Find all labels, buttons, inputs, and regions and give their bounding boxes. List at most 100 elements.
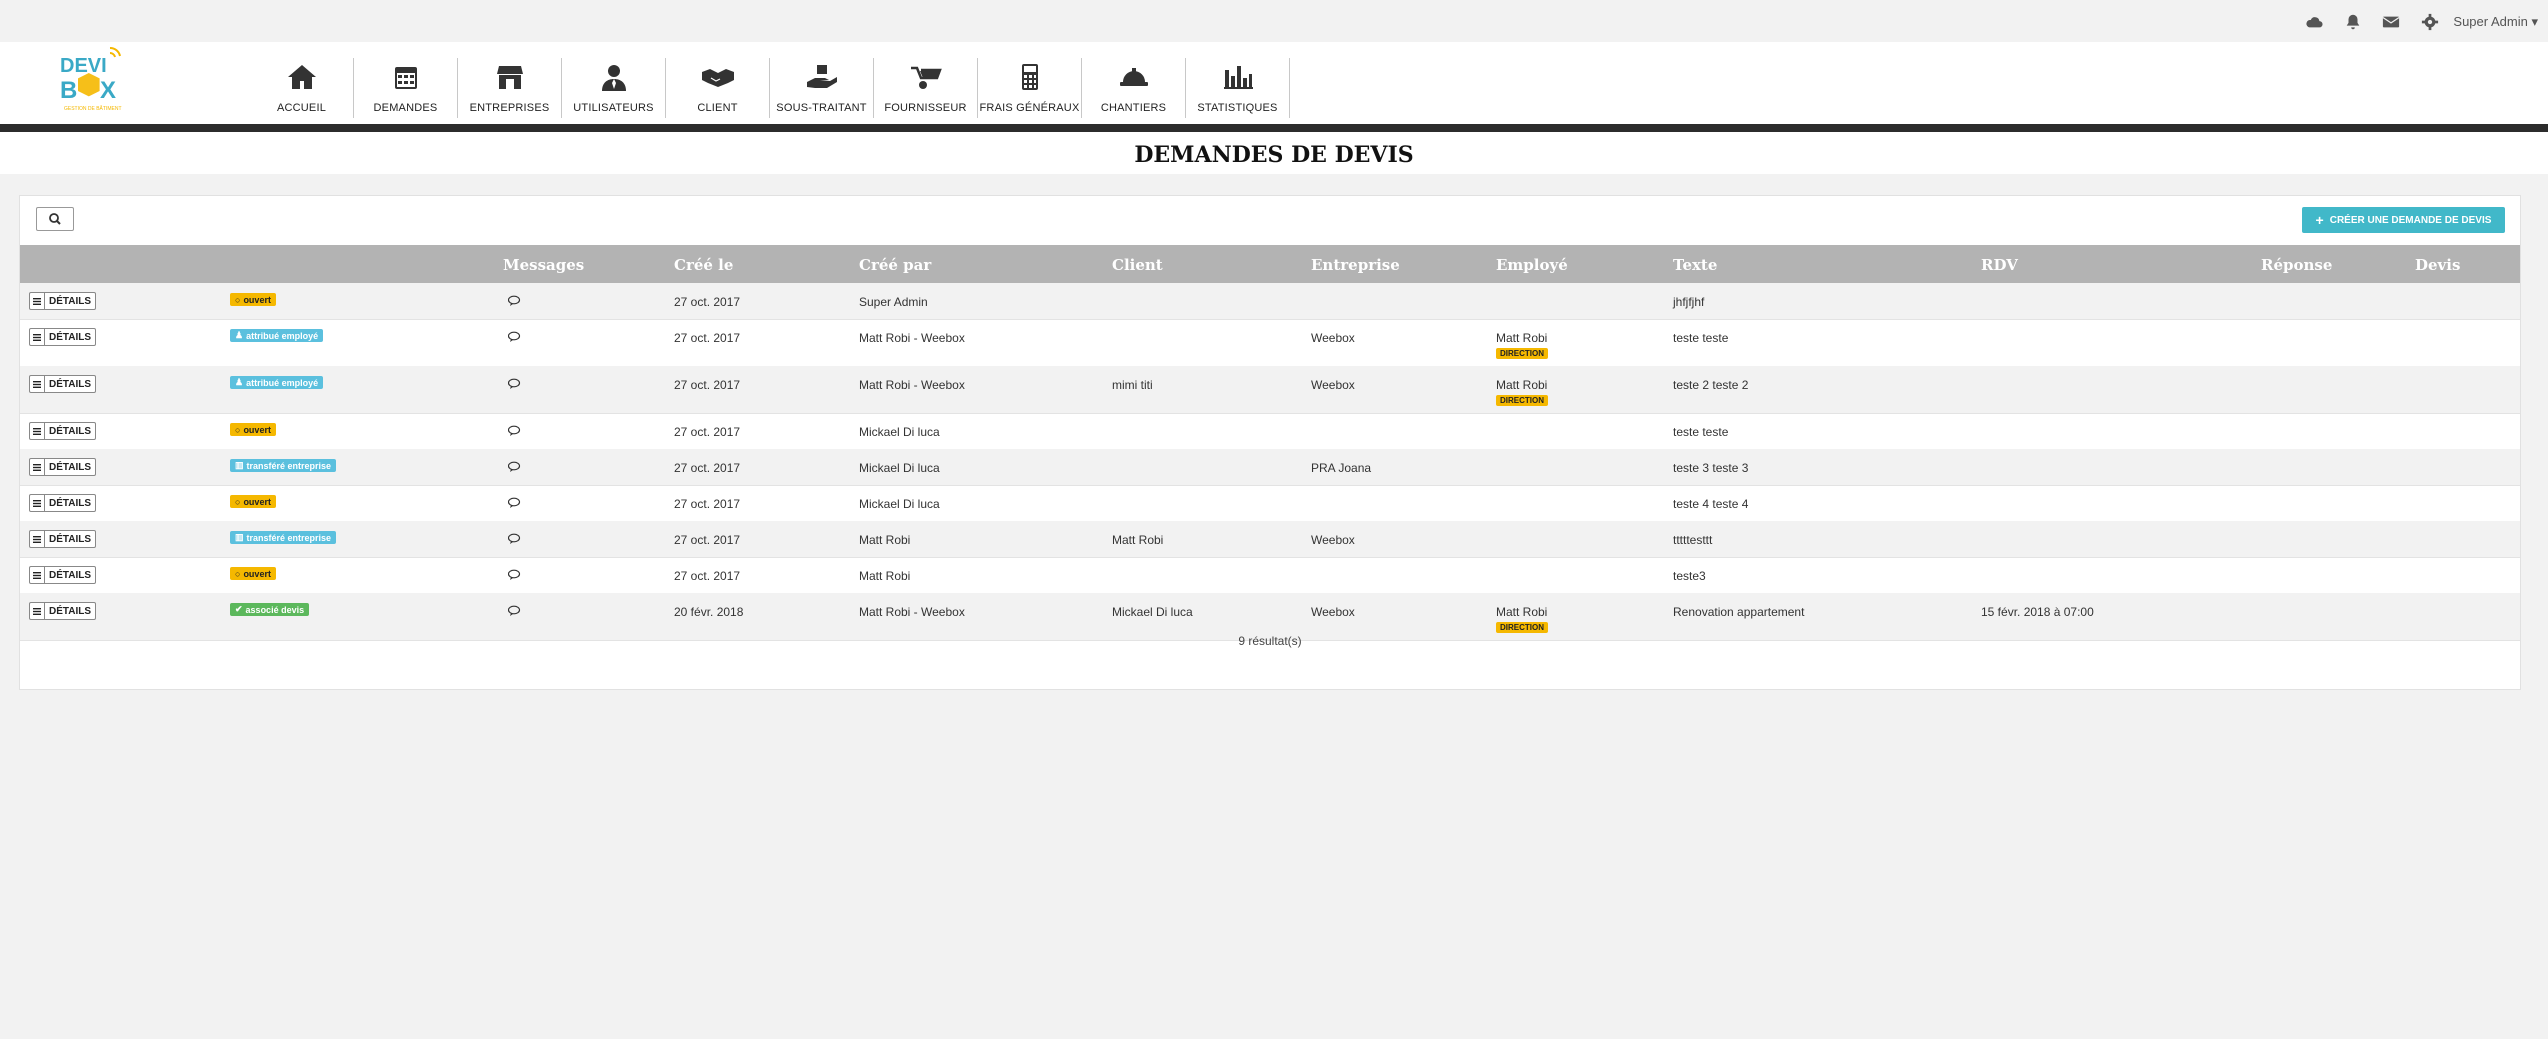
cell-entreprise: Weebox	[1311, 533, 1355, 547]
cell-created-by: Super Admin	[859, 295, 928, 309]
nav-demandes[interactable]: DEMANDES	[354, 58, 458, 118]
user-menu[interactable]: Super Admin ▾	[2453, 14, 2538, 30]
cell-employe: Matt Robi DIRECTION	[1496, 378, 1548, 406]
menu-icon	[30, 531, 45, 547]
cloud-icon[interactable]	[2305, 13, 2323, 31]
nav-chantiers[interactable]: CHANTIERS	[1082, 58, 1186, 118]
col-rdv[interactable]: RDV	[1981, 256, 2018, 274]
bar-chart-icon	[1223, 66, 1253, 89]
cell-entreprise: Weebox	[1311, 331, 1355, 345]
cell-texte: teste 3 teste 3	[1673, 461, 1749, 475]
hand-holding-icon	[806, 65, 837, 88]
bell-icon[interactable]	[2344, 13, 2362, 31]
status-badge: ○ ouvert	[230, 495, 276, 508]
details-button[interactable]: DÉTAILS	[29, 494, 97, 512]
search-button[interactable]	[36, 207, 74, 231]
status-badge: ✔ associé devis	[230, 603, 310, 616]
details-label: DÉTAILS	[49, 569, 92, 581]
cell-created-by: Matt Robi	[859, 533, 911, 547]
status-icon: ○	[235, 568, 241, 579]
col-reponse[interactable]: Réponse	[2261, 256, 2332, 274]
status-icon: ○	[235, 424, 241, 435]
status-label: ouvert	[243, 424, 271, 435]
details-button[interactable]: DÉTAILS	[29, 328, 97, 346]
cell-texte: Renovation appartement	[1673, 605, 1805, 619]
cell-created-date: 27 oct. 2017	[674, 461, 741, 475]
logo-tagline: GESTION DE BÂTIMENT	[64, 105, 122, 112]
details-button[interactable]: DÉTAILS	[29, 458, 97, 476]
cell-texte: teste 4 teste 4	[1673, 497, 1749, 511]
col-client[interactable]: Client	[1112, 256, 1163, 274]
status-icon: ▥	[235, 532, 244, 542]
messages-icon[interactable]	[508, 295, 522, 307]
calculator-icon	[1021, 64, 1038, 90]
nav-frais-generaux[interactable]: FRAIS GÉNÉRAUX	[978, 58, 1082, 118]
status-label: transféré entreprise	[246, 460, 332, 471]
details-button[interactable]: DÉTAILS	[29, 422, 97, 440]
nav-divider	[0, 124, 2548, 132]
menu-icon	[30, 293, 45, 309]
cell-created-by: Mickael Di luca	[859, 425, 940, 439]
home-icon	[287, 65, 316, 89]
devibox-logo[interactable]: DEVI B X GESTION DE BÂTIMENT	[58, 46, 130, 118]
col-texte[interactable]: Texte	[1673, 256, 1717, 274]
nav-fournisseur[interactable]: FOURNISSEUR	[874, 58, 978, 118]
col-cree-par[interactable]: Créé par	[859, 256, 931, 274]
menu-icon	[30, 495, 45, 511]
messages-icon[interactable]	[508, 533, 522, 545]
details-button[interactable]: DÉTAILS	[29, 292, 97, 310]
messages-icon[interactable]	[508, 497, 522, 509]
nav-entreprises[interactable]: ENTREPRISES	[458, 58, 562, 118]
nav-statistiques[interactable]: STATISTIQUES	[1186, 58, 1290, 118]
cell-created-by: Mickael Di luca	[859, 497, 940, 511]
status-icon: ♟	[235, 377, 244, 387]
cell-created-by: Mickael Di luca	[859, 461, 940, 475]
col-devis[interactable]: Devis	[2415, 256, 2460, 274]
table-row: DÉTAILS ○ ouvert 27 oct. 2017 Mickael Di luc…	[20, 413, 2520, 450]
messages-icon[interactable]	[508, 461, 522, 473]
nav-label: UTILISATEURS	[573, 102, 654, 114]
details-button[interactable]: DÉTAILS	[29, 566, 97, 584]
messages-icon[interactable]	[508, 378, 522, 390]
status-badge: ○ ouvert	[230, 423, 276, 436]
col-cree-le[interactable]: Créé le	[674, 256, 733, 274]
col-messages[interactable]: Messages	[503, 256, 584, 274]
cell-created-date: 27 oct. 2017	[674, 533, 741, 547]
table-row: DÉTAILS ▥ transféré entreprise 27 oct. 2017…	[20, 521, 2520, 558]
cell-created-date: 27 oct. 2017	[674, 425, 741, 439]
cell-rdv: 15 févr. 2018 à 07:00	[1981, 605, 2094, 619]
envelope-icon[interactable]	[2382, 13, 2400, 31]
nav-client[interactable]: CLIENT	[666, 58, 770, 118]
col-employe[interactable]: Employé	[1496, 256, 1568, 274]
table-row: DÉTAILS ▥ transféré entreprise 27 oct. 2017…	[20, 449, 2520, 486]
messages-icon[interactable]	[508, 425, 522, 437]
nav-accueil[interactable]: ACCUEIL	[250, 58, 354, 118]
cell-texte: jhfjfjhf	[1673, 295, 1705, 309]
status-badge: ▥ transféré entreprise	[230, 531, 337, 544]
messages-icon[interactable]	[508, 605, 522, 617]
table-row: DÉTAILS ♟ attribué employé 27 oct. 2017 Matt…	[20, 319, 2520, 367]
messages-icon[interactable]	[508, 331, 522, 343]
create-request-button[interactable]: + CRÉER UNE DEMANDE DE DEVIS	[2302, 207, 2505, 233]
nav-sous-traitant[interactable]: SOUS-TRAITANT	[770, 58, 874, 118]
status-badge: ○ ouvert	[230, 293, 276, 306]
cell-created-by: Matt Robi - Weebox	[859, 331, 965, 345]
cell-texte: teste3	[1673, 569, 1706, 583]
table-header: Messages Créé le Créé par Client Entrepr…	[20, 245, 2520, 283]
menu-icon	[30, 567, 45, 583]
search-icon	[49, 213, 61, 225]
status-badge: ♟ attribué employé	[230, 329, 324, 342]
nav-label: SOUS-TRAITANT	[776, 102, 867, 114]
gear-icon[interactable]	[2421, 13, 2439, 31]
col-entreprise[interactable]: Entreprise	[1311, 256, 1400, 274]
main-nav: ACCUEIL DEMANDES ENTREPRISES UTILISATEUR…	[250, 58, 1290, 118]
messages-icon[interactable]	[508, 569, 522, 581]
cell-texte: teste 2 teste 2	[1673, 378, 1749, 392]
role-badge: DIRECTION	[1496, 395, 1548, 406]
details-button[interactable]: DÉTAILS	[29, 602, 97, 620]
details-button[interactable]: DÉTAILS	[29, 375, 97, 393]
nav-utilisateurs[interactable]: UTILISATEURS	[562, 58, 666, 118]
create-request-label: CRÉER UNE DEMANDE DE DEVIS	[2329, 214, 2492, 226]
details-button[interactable]: DÉTAILS	[29, 530, 97, 548]
cell-created-by: Matt Robi - Weebox	[859, 378, 965, 392]
